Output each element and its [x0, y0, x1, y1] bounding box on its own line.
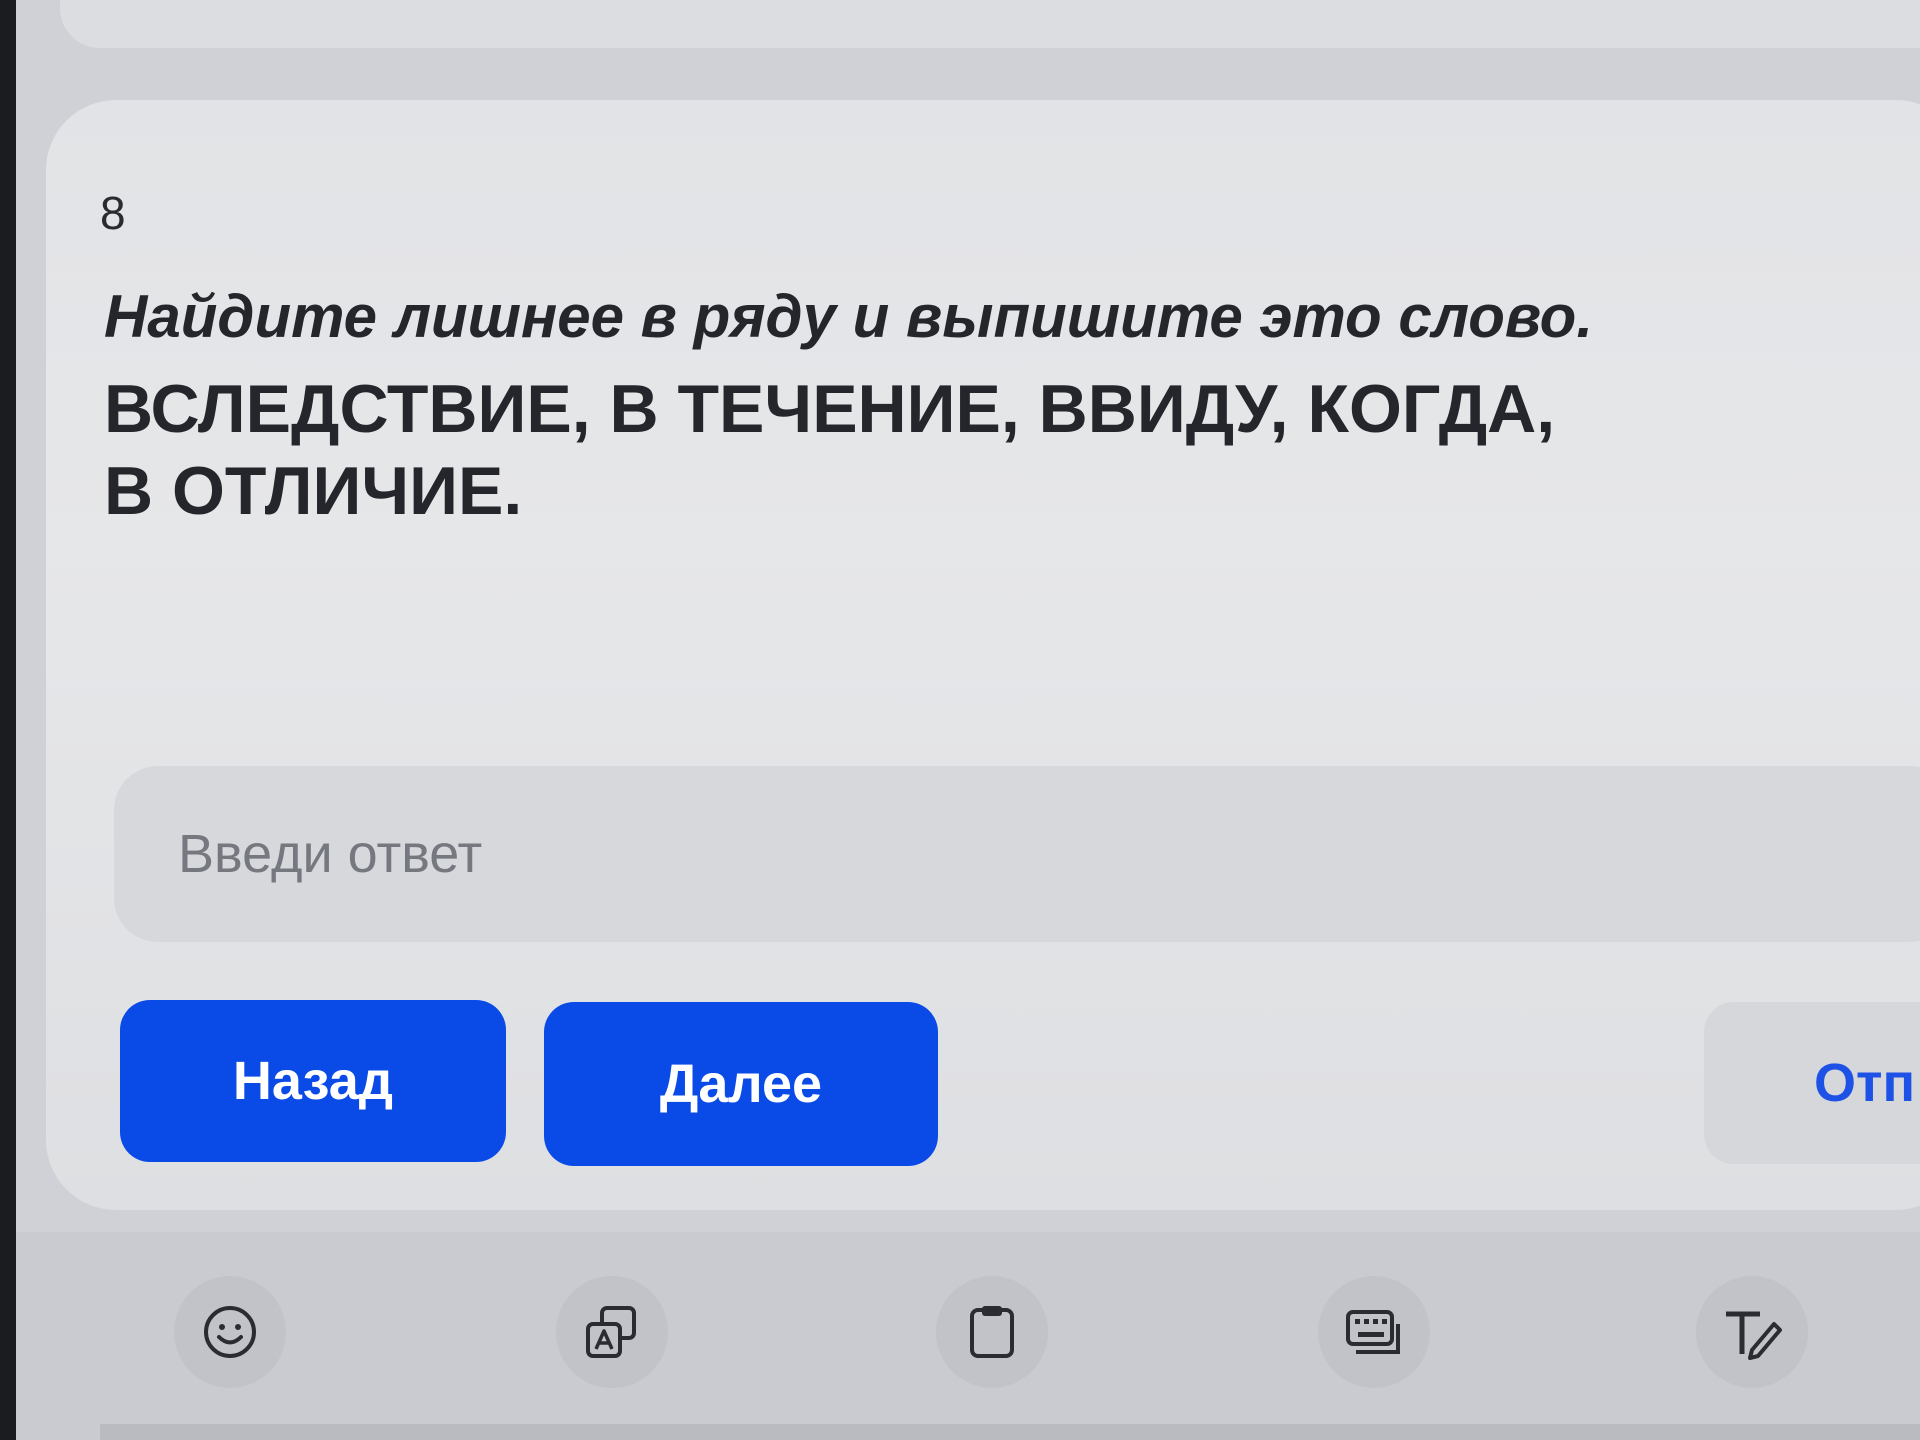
- emoji-button[interactable]: [174, 1276, 286, 1388]
- back-button[interactable]: Назад: [120, 1000, 506, 1162]
- translate-icon: [586, 1306, 636, 1358]
- keyboard-icon: [1346, 1310, 1400, 1354]
- clipboard-button[interactable]: [936, 1276, 1048, 1388]
- keyboard-top-edge: [100, 1424, 1920, 1440]
- handwriting-button[interactable]: [1696, 1276, 1808, 1388]
- question-text: ВСЛЕДСТВИЕ, В ТЕЧЕНИЕ, ВВИДУ, КОГДА, В О…: [104, 371, 1556, 529]
- translate-button[interactable]: [556, 1276, 668, 1388]
- keyboard-settings-button[interactable]: [1318, 1276, 1430, 1388]
- emoji-icon: [204, 1306, 256, 1358]
- screen-bezel: [0, 0, 16, 1440]
- question-instruction: Найдите лишнее в ряду и выпишите это сло…: [104, 283, 1593, 350]
- question-number: 8: [100, 187, 126, 239]
- clipboard-icon: [970, 1306, 1014, 1358]
- handwriting-icon: [1726, 1311, 1782, 1360]
- submit-button[interactable]: Отп: [1704, 1002, 1920, 1164]
- previous-card: [60, 0, 1920, 48]
- next-button[interactable]: Далее: [544, 1002, 938, 1166]
- answer-input[interactable]: [114, 766, 1920, 942]
